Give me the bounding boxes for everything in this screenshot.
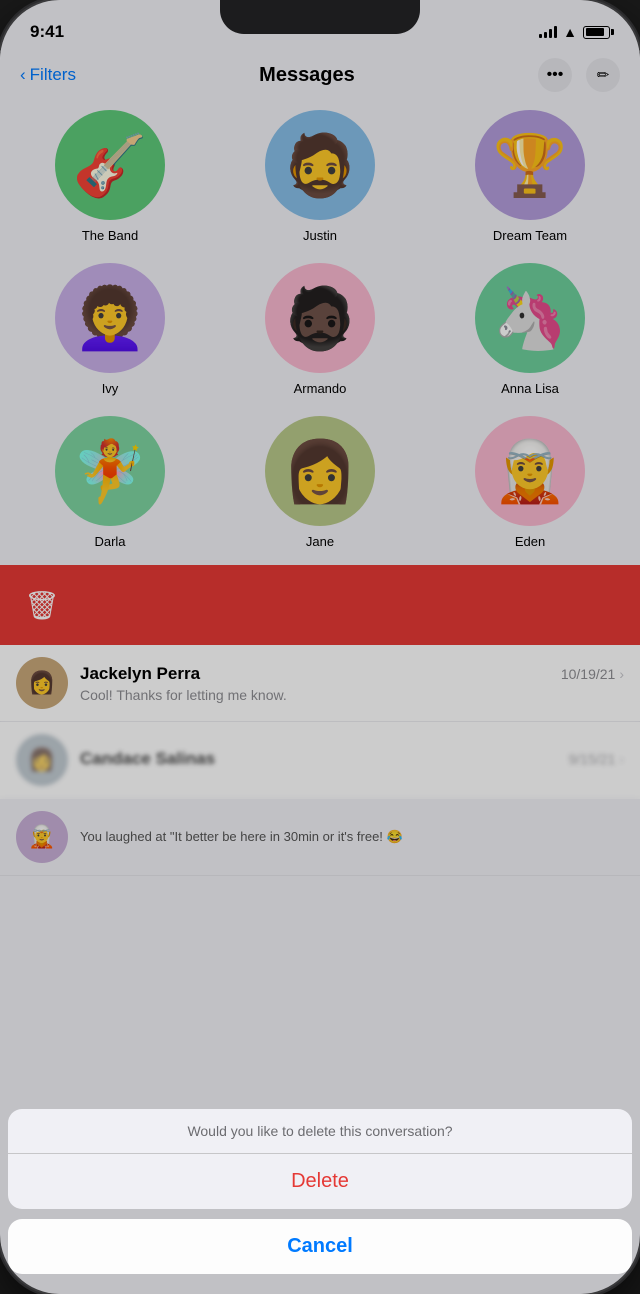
wifi-icon: ▲	[563, 24, 577, 40]
signal-icon	[539, 26, 557, 38]
battery-icon	[583, 26, 610, 39]
phone-frame: 9:41 ▲ ‹ Filters Messages	[0, 0, 640, 1294]
action-sheet: Would you like to delete this conversati…	[0, 1109, 640, 1294]
action-sheet-card: Would you like to delete this conversati…	[8, 1109, 632, 1209]
notch	[220, 0, 420, 34]
overlay	[0, 0, 640, 1294]
action-sheet-message: Would you like to delete this conversati…	[8, 1109, 632, 1154]
status-icons: ▲	[539, 24, 610, 40]
phone-screen: 9:41 ▲ ‹ Filters Messages	[0, 0, 640, 1294]
status-time: 9:41	[30, 22, 64, 42]
cancel-card: Cancel	[8, 1219, 632, 1274]
delete-button[interactable]: Delete	[8, 1154, 632, 1209]
cancel-button[interactable]: Cancel	[8, 1219, 632, 1274]
